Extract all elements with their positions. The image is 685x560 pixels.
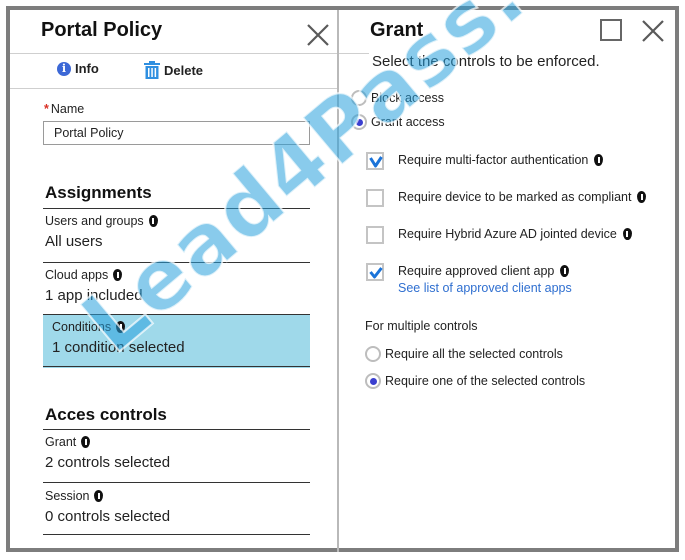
- delete-button[interactable]: Delete: [144, 61, 203, 79]
- checkbox-checked[interactable]: [366, 263, 384, 281]
- checkbox-label: Require approved client app: [398, 264, 555, 278]
- checkbox-label: Require Hybrid Azure AD jointed device: [398, 227, 617, 241]
- item-divider: [43, 534, 310, 535]
- item-divider: [43, 366, 310, 367]
- radio-unchecked-icon: [351, 90, 367, 106]
- grant-panel: Grant Select the controls to be enforced…: [339, 10, 675, 552]
- multiple-controls-heading: For multiple controls: [365, 319, 478, 333]
- radio-checked-icon: [351, 114, 367, 130]
- radio-label: Grant access: [371, 115, 445, 129]
- maximize-button[interactable]: [600, 19, 622, 41]
- info-icon: i: [57, 61, 71, 76]
- radio-label: Block access: [371, 91, 444, 105]
- trash-icon: [144, 61, 160, 79]
- item-value: 2 controls selected: [45, 454, 171, 471]
- assignment-cloud-apps[interactable]: Cloud apps 1 app included: [43, 263, 310, 316]
- item-value: 1 condition selected: [52, 339, 185, 356]
- checkbox-checked[interactable]: [366, 152, 384, 170]
- item-label: Conditions: [52, 320, 112, 334]
- checkbox-require-approved-client-app[interactable]: Require approved client app See list of …: [366, 263, 572, 295]
- info-tooltip-icon[interactable]: [148, 215, 158, 227]
- policy-title: Portal Policy: [41, 19, 163, 41]
- approved-client-apps-link[interactable]: See list of approved client apps: [398, 281, 572, 295]
- item-value: 1 app included: [45, 287, 143, 304]
- radio-label: Require all the selected controls: [385, 347, 563, 361]
- name-label-text: Name: [50, 102, 85, 116]
- access-controls-heading: Acces controls: [45, 405, 167, 424]
- info-tooltip-icon[interactable]: [113, 269, 123, 281]
- delete-button-label: Delete: [164, 62, 204, 78]
- close-icon: [307, 24, 329, 46]
- close-icon: [642, 20, 664, 42]
- info-tooltip-icon[interactable]: [594, 154, 604, 166]
- name-input[interactable]: [43, 121, 310, 145]
- required-marker: *: [44, 102, 49, 116]
- checkbox-unchecked[interactable]: [366, 189, 384, 207]
- header-divider: [339, 53, 369, 54]
- policy-panel: Portal Policy i Info Delete *Name Assign…: [10, 10, 337, 552]
- grant-subtitle: Select the controls to be enforced.: [372, 53, 600, 70]
- checkmark-icon: [369, 156, 383, 168]
- radio-checked-icon: [365, 373, 381, 389]
- item-value: All users: [45, 233, 103, 250]
- checkbox-unchecked[interactable]: [366, 226, 384, 244]
- policy-toolbar: i Info Delete: [10, 54, 337, 88]
- toolbar-divider: [10, 88, 337, 89]
- close-policy-button[interactable]: [305, 22, 331, 48]
- item-label: Session: [45, 489, 90, 503]
- info-tooltip-icon[interactable]: [637, 191, 647, 203]
- assignments-heading: Assignments: [45, 183, 152, 202]
- checkmark-icon: [369, 267, 383, 279]
- radio-require-all-controls[interactable]: Require all the selected controls: [365, 346, 563, 362]
- assignment-conditions[interactable]: Conditions 1 condition selected: [43, 315, 310, 368]
- close-grant-button[interactable]: [640, 18, 666, 44]
- item-label: Users and groups: [45, 214, 144, 228]
- info-tooltip-icon[interactable]: [94, 490, 104, 502]
- info-tooltip-icon[interactable]: [81, 436, 91, 448]
- item-label: Cloud apps: [45, 268, 109, 282]
- grant-title: Grant: [370, 19, 424, 41]
- name-field-label: * Name: [44, 102, 84, 116]
- radio-require-one-control[interactable]: Require one of the selected controls: [365, 373, 585, 389]
- info-button[interactable]: i Info: [57, 61, 99, 76]
- checkbox-label: Require device to be marked as compliant: [398, 190, 632, 204]
- checkbox-require-hybrid-azure-ad[interactable]: Require Hybrid Azure AD jointed device: [366, 226, 632, 244]
- item-label: Grant: [45, 435, 77, 449]
- info-tooltip-icon[interactable]: [622, 228, 632, 240]
- info-tooltip-icon[interactable]: [116, 321, 126, 333]
- assignment-users-and-groups[interactable]: Users and groups All users: [43, 209, 310, 262]
- access-control-grant[interactable]: Grant 2 controls selected: [43, 430, 310, 483]
- access-control-session[interactable]: Session 0 controls selected: [43, 484, 310, 537]
- checkbox-require-compliant-device[interactable]: Require device to be marked as compliant: [366, 189, 647, 207]
- item-value: 0 controls selected: [45, 508, 171, 525]
- radio-block-access[interactable]: Block access: [351, 90, 444, 106]
- item-divider: [43, 482, 310, 483]
- radio-unchecked-icon: [365, 346, 381, 362]
- info-button-label: Info: [75, 61, 99, 76]
- radio-grant-access[interactable]: Grant access: [351, 114, 445, 130]
- checkbox-require-mfa[interactable]: Require multi-factor authentication: [366, 152, 604, 170]
- radio-label: Require one of the selected controls: [385, 374, 586, 388]
- checkbox-label: Require multi-factor authentication: [398, 153, 589, 167]
- info-tooltip-icon[interactable]: [560, 265, 570, 277]
